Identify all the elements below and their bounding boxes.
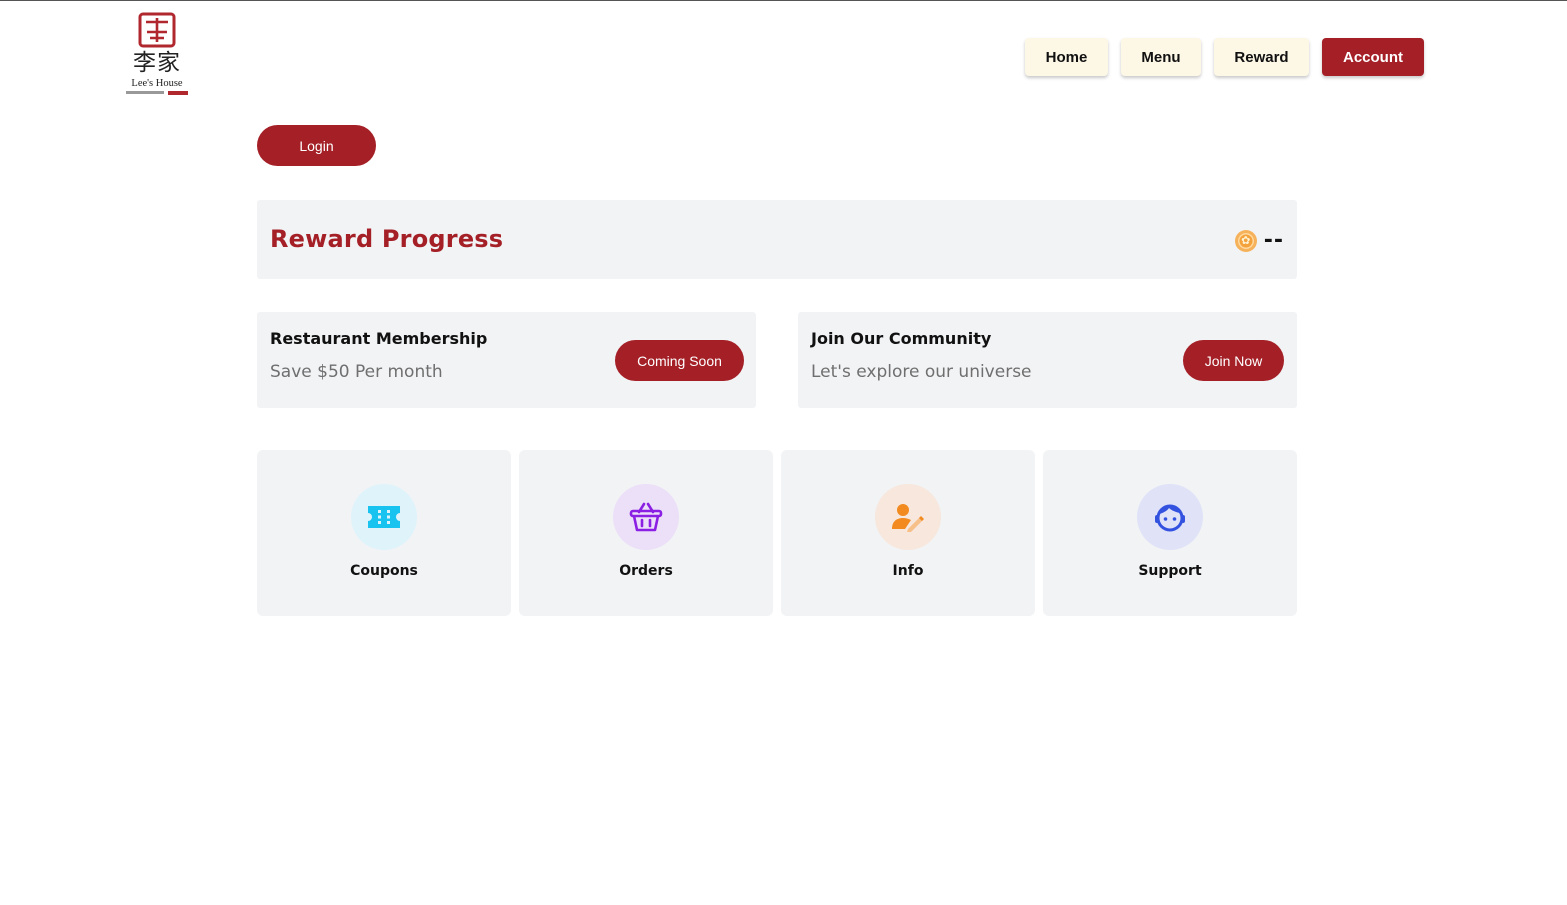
brand-logo[interactable]: 李家 Lee's House: [122, 10, 192, 96]
nav-account-button[interactable]: Account: [1322, 38, 1424, 76]
reward-progress-panel: Reward Progress ✿ --: [257, 200, 1297, 279]
tile-info-label: Info: [892, 563, 924, 579]
reward-points-value: --: [1263, 228, 1284, 253]
info-icon-circle: [875, 484, 941, 550]
nav-menu-button[interactable]: Menu: [1121, 38, 1201, 76]
membership-title: Restaurant Membership: [270, 329, 488, 348]
login-button[interactable]: Login: [257, 125, 376, 166]
reward-points: ✿ --: [1234, 228, 1284, 253]
support-icon-circle: [1137, 484, 1203, 550]
membership-card: Restaurant Membership Save $50 Per month…: [257, 312, 756, 408]
coming-soon-button[interactable]: Coming Soon: [615, 340, 744, 381]
brand-name-english: Lee's House: [131, 78, 183, 89]
orders-icon-circle: [613, 484, 679, 550]
logo-tagline-bar: [126, 91, 188, 95]
community-title: Join Our Community: [811, 329, 992, 348]
tile-orders[interactable]: Orders: [519, 450, 773, 616]
nav-home-button[interactable]: Home: [1025, 38, 1108, 76]
top-border: [0, 0, 1567, 1]
tile-orders-label: Orders: [619, 563, 673, 579]
community-card: Join Our Community Let's explore our uni…: [798, 312, 1297, 408]
tile-info[interactable]: Info: [781, 450, 1035, 616]
tile-coupons-label: Coupons: [350, 563, 418, 579]
coupons-icon-circle: [351, 484, 417, 550]
coin-icon: ✿: [1234, 229, 1257, 252]
membership-subtitle: Save $50 Per month: [270, 362, 443, 382]
community-subtitle: Let's explore our universe: [811, 362, 1032, 382]
tile-support[interactable]: Support: [1043, 450, 1297, 616]
brand-name-chinese: 李家: [133, 50, 181, 76]
user-edit-icon: [892, 504, 924, 532]
tile-support-label: Support: [1138, 563, 1202, 579]
seal-icon: [138, 12, 176, 48]
join-now-button[interactable]: Join Now: [1183, 340, 1284, 381]
support-agent-icon: [1155, 504, 1185, 532]
nav-reward-button[interactable]: Reward: [1214, 38, 1309, 76]
basket-icon: [629, 502, 663, 532]
tile-coupons[interactable]: Coupons: [257, 450, 511, 616]
reward-progress-title: Reward Progress: [270, 225, 504, 253]
ticket-icon: [368, 506, 400, 528]
